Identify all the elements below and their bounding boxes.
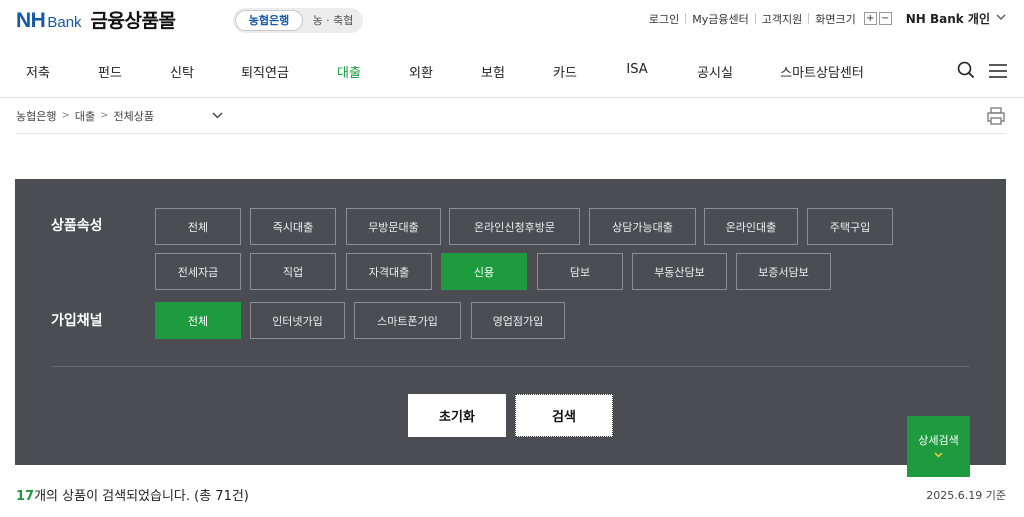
- result-summary: 17개의 상품이 검색되었습니다. (총 71건): [16, 485, 249, 504]
- logo-bank: Bank: [47, 14, 82, 31]
- breadcrumb-loan[interactable]: 대출: [75, 108, 95, 124]
- chevron-down-icon: [907, 451, 970, 461]
- nav-savings[interactable]: 저축: [26, 62, 50, 81]
- attr-option-jeonse[interactable]: 전세자금: [155, 253, 241, 290]
- attr-option-real-estate[interactable]: 부동산담보: [632, 253, 727, 290]
- site-toggle: 농협은행 농 · 축협: [233, 8, 363, 33]
- nav-pension[interactable]: 퇴직연금: [241, 62, 289, 81]
- filter-panel: 상품속성 전체 즉시대출 무방문대출 온라인신청후방문 상담가능대출 온라인대출…: [15, 179, 1006, 465]
- nav-smart-consult[interactable]: 스마트상담센터: [780, 62, 864, 81]
- breadcrumb-separator: >: [61, 110, 70, 121]
- divider: [754, 13, 756, 24]
- channel-option-smartphone[interactable]: 스마트폰가입: [354, 302, 461, 339]
- channel-option-internet[interactable]: 인터넷가입: [250, 302, 345, 339]
- channel-option-branch[interactable]: 영업점가입: [471, 302, 565, 339]
- chevron-down-icon[interactable]: [212, 109, 223, 122]
- reset-button[interactable]: 초기화: [408, 394, 506, 437]
- screen-size-label: 화면크기: [815, 12, 856, 26]
- zoom-in-button[interactable]: +: [863, 12, 877, 25]
- divider: [808, 13, 810, 24]
- nav-forex[interactable]: 외환: [409, 62, 433, 81]
- result-count: 17: [16, 489, 35, 504]
- attr-option-all[interactable]: 전체: [155, 208, 241, 245]
- divider: [51, 366, 970, 367]
- attr-option-online-then-visit[interactable]: 온라인신청후방문: [449, 208, 580, 245]
- print-icon[interactable]: [986, 106, 1006, 126]
- attr-option-consult[interactable]: 상담가능대출: [589, 208, 696, 245]
- attr-option-instant[interactable]: 즉시대출: [250, 208, 336, 245]
- attr-option-job[interactable]: 직업: [250, 253, 336, 290]
- support-link[interactable]: 고객지원: [762, 11, 802, 27]
- attr-option-no-visit[interactable]: 무방문대출: [346, 208, 441, 245]
- nav-fund[interactable]: 펀드: [98, 62, 122, 81]
- hamburger-menu-icon[interactable]: [989, 63, 1007, 78]
- toggle-nh-bank[interactable]: 농협은행: [235, 10, 303, 31]
- my-finance-link[interactable]: My금융센터: [692, 11, 748, 27]
- result-text: 개의 상품이 검색되었습니다. (총 71건): [34, 489, 249, 504]
- toggle-local-coop[interactable]: 농 · 축협: [307, 10, 359, 31]
- utility-links: 로그인 My금융센터 고객지원 화면크기 + − NH Bank 개인: [649, 10, 1006, 27]
- main-navigation: 저축 펀드 신탁 퇴직연금 대출 외환 보험 카드 ISA 공시실 스마트상담센…: [0, 44, 1024, 98]
- nav-isa[interactable]: ISA: [626, 62, 647, 77]
- attr-option-collateral[interactable]: 담보: [537, 253, 623, 290]
- breadcrumb-separator: >: [100, 110, 109, 121]
- login-link[interactable]: 로그인: [649, 11, 679, 27]
- channel-option-all[interactable]: 전체: [155, 302, 241, 339]
- header: NH Bank 금융상품몰 농협은행 농 · 축협 로그인 My금융센터 고객지…: [0, 0, 1024, 40]
- reference-date: 2025.6.19 기준: [926, 489, 1006, 502]
- breadcrumb-home[interactable]: 농협은행: [16, 108, 56, 124]
- breadcrumb: 농협은행 > 대출 > 전체상품: [16, 98, 1006, 134]
- attr-option-house[interactable]: 주택구입: [807, 208, 893, 245]
- breadcrumb-current: 전체상품: [113, 109, 154, 123]
- chevron-down-icon[interactable]: [996, 13, 1006, 24]
- nav-trust[interactable]: 신탁: [170, 62, 194, 81]
- attr-option-online[interactable]: 온라인대출: [704, 208, 798, 245]
- zoom-out-button[interactable]: −: [878, 12, 892, 25]
- nav-loan[interactable]: 대출: [337, 62, 361, 81]
- search-button[interactable]: 검색: [515, 394, 613, 437]
- nav-disclosure[interactable]: 공시실: [697, 62, 733, 81]
- nav-card[interactable]: 카드: [553, 62, 577, 81]
- logo-nh: NH: [16, 9, 46, 32]
- attr-option-credit[interactable]: 신용: [441, 253, 527, 290]
- attribute-label: 상품속성: [51, 218, 103, 234]
- detail-search-label: 상세검색: [918, 434, 959, 447]
- logo[interactable]: NH Bank 금융상품몰: [16, 6, 176, 33]
- nav-insurance[interactable]: 보험: [481, 62, 505, 81]
- search-icon[interactable]: [957, 61, 975, 79]
- channel-label: 가입채널: [51, 313, 103, 329]
- attr-option-guarantee[interactable]: 보증서담보: [736, 253, 831, 290]
- detail-search-button[interactable]: 상세검색: [907, 416, 970, 477]
- attr-option-license[interactable]: 자격대출: [346, 253, 432, 290]
- divider: [685, 13, 687, 24]
- personal-banking-selector[interactable]: NH Bank 개인: [906, 10, 990, 27]
- site-title: 금융상품몰: [90, 10, 176, 32]
